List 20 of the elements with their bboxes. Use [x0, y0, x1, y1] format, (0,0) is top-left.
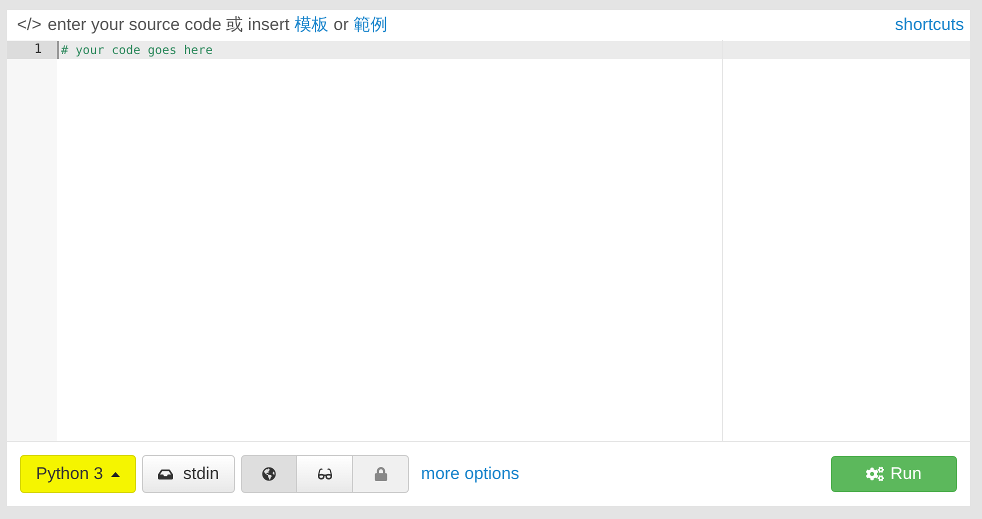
glasses-toggle[interactable] [297, 455, 354, 493]
run-button[interactable]: Run [831, 456, 957, 492]
line-number: 1 [7, 41, 57, 59]
inbox-icon [158, 466, 174, 482]
template-link[interactable]: 模板 [294, 12, 328, 38]
code-editor[interactable]: 1 # your code goes here [7, 40, 722, 441]
stdin-button[interactable]: stdin [142, 455, 236, 493]
language-button[interactable]: Python 3 [20, 455, 136, 493]
prompt-text: enter your source code 或 insert [48, 14, 290, 36]
more-options-link[interactable]: more options [421, 461, 520, 487]
example-link[interactable]: 範例 [354, 12, 388, 38]
globe-icon [262, 467, 276, 481]
glasses-icon [318, 467, 332, 481]
caret-icon [111, 472, 120, 476]
lock-icon [374, 467, 388, 481]
shortcuts-link[interactable]: shortcuts [895, 12, 964, 38]
gears-icon [866, 466, 884, 482]
code-icon: </> [17, 12, 42, 38]
or-text: or [334, 14, 349, 36]
globe-toggle[interactable] [241, 455, 298, 493]
